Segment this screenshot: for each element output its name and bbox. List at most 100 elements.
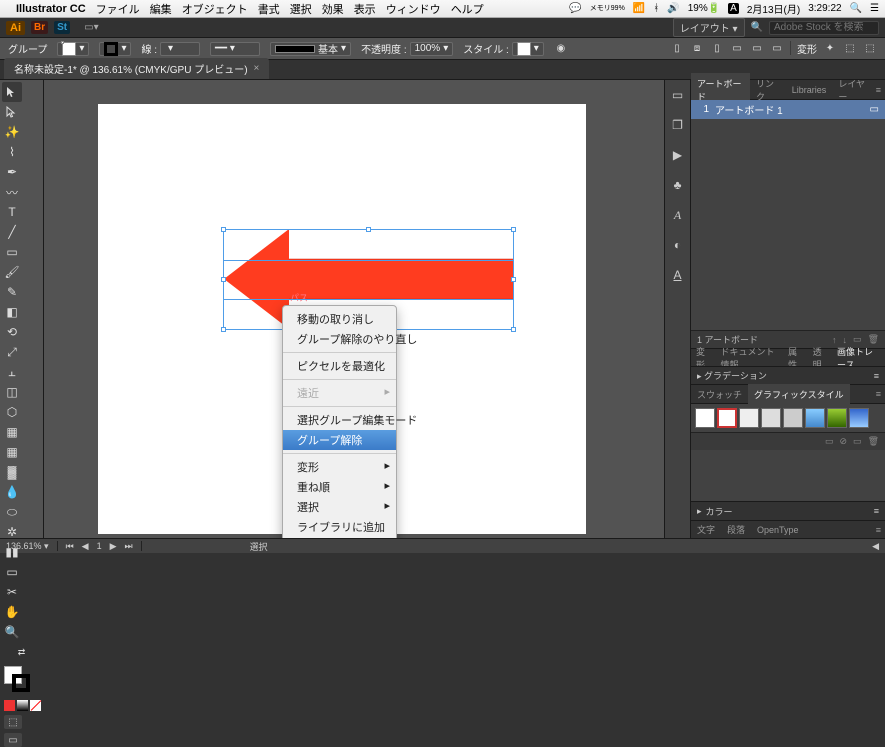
panel-icon-actions[interactable]: ▶ bbox=[669, 146, 687, 164]
sel-handle-ne[interactable] bbox=[511, 227, 516, 232]
menu-window[interactable]: ウィンドウ bbox=[386, 1, 441, 17]
eyedropper-tool[interactable]: 💧 bbox=[2, 482, 22, 502]
ctx-ungroup[interactable]: グループ解除 bbox=[283, 430, 396, 450]
align-center-v-icon[interactable]: ▭ bbox=[750, 41, 764, 55]
free-transform-tool[interactable]: ◫ bbox=[2, 382, 22, 402]
stroke-color-picker[interactable]: ▾ bbox=[99, 42, 131, 56]
align-right-icon[interactable]: ▯ bbox=[710, 41, 724, 55]
panel-icon-symbols[interactable]: ♣ bbox=[669, 176, 687, 194]
bluetooth-icon[interactable]: ᚼ bbox=[653, 3, 659, 14]
tab-character[interactable]: 文字 bbox=[691, 520, 721, 539]
stroke-swatch[interactable] bbox=[12, 674, 30, 692]
style-swatch[interactable] bbox=[849, 408, 869, 428]
fill-color-picker[interactable]: ▾ bbox=[57, 42, 89, 56]
style-swatch[interactable] bbox=[695, 408, 715, 428]
bridge-icon[interactable]: Br bbox=[31, 21, 48, 34]
line-status-icon[interactable]: 💬 bbox=[569, 3, 581, 14]
sel-handle-n[interactable] bbox=[366, 227, 371, 232]
artboard-nav-prev[interactable]: ◀ bbox=[82, 541, 89, 552]
arrange-docs-icon[interactable]: ▭▾ bbox=[84, 22, 98, 33]
scale-tool[interactable]: ⤢ bbox=[2, 342, 22, 362]
style-swatch[interactable] bbox=[739, 408, 759, 428]
style-swatch[interactable] bbox=[805, 408, 825, 428]
recolor-icon[interactable]: ◉ bbox=[554, 42, 568, 56]
align-center-h-icon[interactable]: ⧈ bbox=[690, 41, 704, 55]
align-top-icon[interactable]: ▭ bbox=[730, 41, 744, 55]
graphic-style-picker[interactable]: ▾ bbox=[512, 42, 544, 56]
volume-icon[interactable]: 🔊 bbox=[667, 3, 679, 14]
tab-close-icon[interactable]: × bbox=[254, 63, 260, 74]
memory-indicator[interactable]: メモリ99% bbox=[590, 5, 625, 12]
style-swatch[interactable] bbox=[761, 408, 781, 428]
menu-type[interactable]: 書式 bbox=[258, 1, 280, 17]
notification-center-icon[interactable]: ☰ bbox=[870, 3, 879, 14]
align-left-icon[interactable]: ▯ bbox=[670, 41, 684, 55]
menu-object[interactable]: オブジェクト bbox=[182, 1, 248, 17]
panel-menu-icon[interactable]: ≡ bbox=[876, 525, 885, 535]
symbol-sprayer-tool[interactable]: ✲ bbox=[2, 522, 22, 542]
color-panel-header[interactable]: ▸カラー≡ bbox=[691, 502, 885, 520]
tab-paragraph[interactable]: 段落 bbox=[721, 520, 751, 539]
input-source-icon[interactable]: A bbox=[728, 3, 739, 14]
artboard-tool[interactable]: ▭ bbox=[2, 562, 22, 582]
menu-file[interactable]: ファイル bbox=[96, 1, 140, 17]
color-mode-normal[interactable] bbox=[4, 700, 15, 711]
transform-label[interactable]: 変形 bbox=[797, 41, 817, 56]
eraser-tool[interactable]: ◧ bbox=[2, 302, 22, 322]
date[interactable]: 2月13日(月) bbox=[747, 1, 800, 16]
ctx-undo-move[interactable]: 移動の取り消し bbox=[283, 309, 396, 329]
hand-tool[interactable]: ✋ bbox=[2, 602, 22, 622]
artboard-nav-last[interactable]: ⏭ bbox=[125, 541, 133, 552]
fill-stroke-swatches[interactable] bbox=[4, 666, 39, 694]
tab-graphic-styles[interactable]: グラフィックスタイル bbox=[748, 384, 850, 405]
document-tab[interactable]: 名称未設定-1* @ 136.61% (CMYK/GPU プレビュー) × bbox=[4, 58, 269, 79]
break-link-icon[interactable]: ⊘ bbox=[840, 436, 848, 447]
panel-menu-icon[interactable]: ≡ bbox=[876, 389, 885, 399]
opacity-input[interactable]: 100% ▾ bbox=[410, 42, 454, 56]
sel-handle-sw[interactable] bbox=[221, 327, 226, 332]
ctx-transform[interactable]: 変形▸ bbox=[283, 457, 396, 477]
gradient-tool[interactable]: ▓ bbox=[2, 462, 22, 482]
width-tool[interactable]: ⫠ bbox=[2, 362, 22, 382]
new-style-icon[interactable]: ▭ bbox=[853, 436, 862, 447]
ctx-select[interactable]: 選択▸ bbox=[283, 497, 396, 517]
menu-view[interactable]: 表示 bbox=[354, 1, 376, 17]
brush-definition[interactable]: 基本 ▾ bbox=[270, 42, 351, 56]
sel-handle-nw[interactable] bbox=[221, 227, 226, 232]
style-swatch[interactable] bbox=[717, 408, 737, 428]
paintbrush-tool[interactable]: 🖌 bbox=[2, 262, 22, 282]
spotlight-icon[interactable]: 🔍 bbox=[850, 3, 862, 14]
zoom-level[interactable]: 136.61% ▾ bbox=[6, 541, 49, 552]
color-mode-gradient[interactable] bbox=[17, 700, 28, 711]
panel-icon-properties[interactable]: ▭ bbox=[669, 86, 687, 104]
panel-menu-icon[interactable]: ≡ bbox=[874, 371, 879, 381]
gradient-panel-header[interactable]: ▸ グラデーション ≡ bbox=[691, 366, 885, 384]
library-menu-icon[interactable]: ▭ bbox=[825, 436, 834, 447]
menu-edit[interactable]: 編集 bbox=[150, 1, 172, 17]
selection-tool[interactable] bbox=[2, 82, 22, 102]
toggle-fill-stroke[interactable]: ⇄ bbox=[2, 642, 41, 662]
ctx-isolate-group[interactable]: 選択グループ編集モード bbox=[283, 410, 396, 430]
panel-icon-character[interactable]: A bbox=[669, 266, 687, 284]
curvature-tool[interactable]: 〰 bbox=[2, 182, 22, 202]
panel-icon-appearance[interactable]: ◐ bbox=[669, 236, 687, 254]
ctx-pixel-optimize[interactable]: ピクセルを最適化 bbox=[283, 356, 396, 376]
ai-logo[interactable]: Ai bbox=[6, 21, 25, 35]
tab-libraries[interactable]: Libraries bbox=[786, 81, 833, 99]
perspective-grid-tool[interactable]: ▦ bbox=[2, 422, 22, 442]
pen-tool[interactable]: ✒ bbox=[2, 162, 22, 182]
shape-builder-icon[interactable]: ✦ bbox=[823, 41, 837, 55]
scroll-left-icon[interactable]: ◀ bbox=[872, 541, 879, 552]
stroke-profile[interactable]: ━━ ▾ bbox=[210, 42, 260, 56]
wifi-icon[interactable]: 📶 bbox=[633, 3, 645, 14]
direct-selection-tool[interactable] bbox=[2, 102, 22, 122]
align-bottom-icon[interactable]: ▭ bbox=[770, 41, 784, 55]
type-tool[interactable]: T bbox=[2, 202, 22, 222]
screen-mode[interactable]: ▭ bbox=[4, 733, 22, 747]
menu-help[interactable]: ヘルプ bbox=[451, 1, 484, 17]
canvas-area[interactable]: パス 移動の取り消し グループ解除のやり直し ピクセルを最適化 遠近▸ 選択グル… bbox=[44, 80, 664, 538]
ctx-arrange[interactable]: 重ね順▸ bbox=[283, 477, 396, 497]
tab-opentype[interactable]: OpenType bbox=[751, 522, 805, 538]
menu-effect[interactable]: 効果 bbox=[322, 1, 344, 17]
artboard-row[interactable]: 1 アートボード 1 ▭ bbox=[691, 100, 885, 119]
